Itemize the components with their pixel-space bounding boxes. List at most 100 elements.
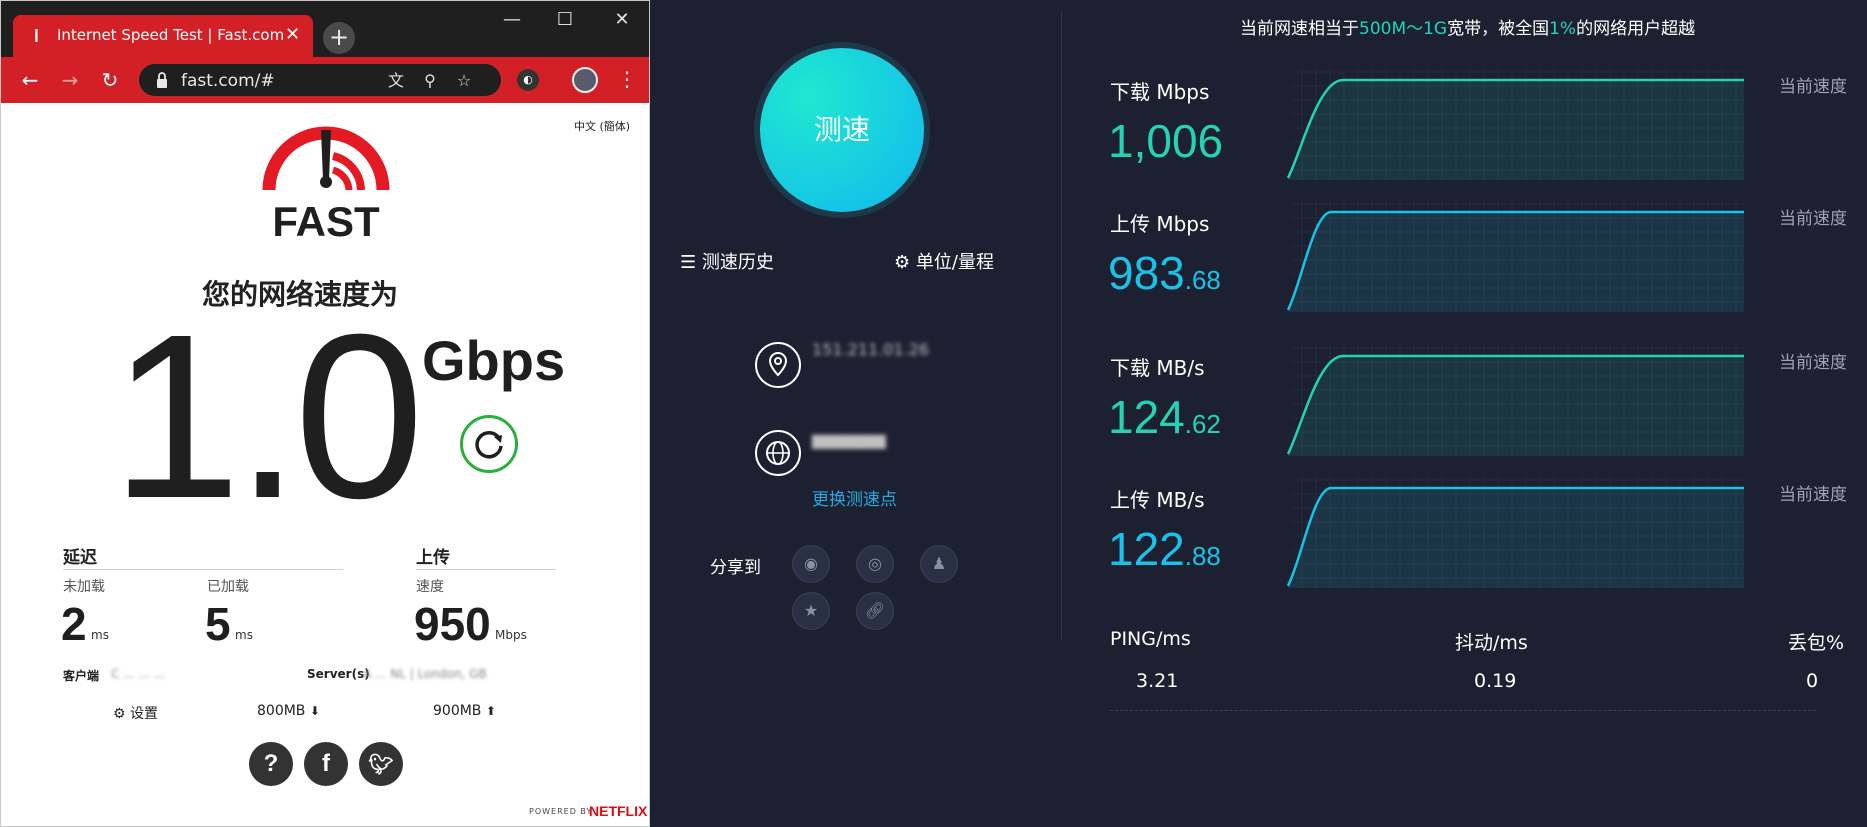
units-label: 单位/量程 <box>915 252 994 273</box>
upload-speed-unit: Mbps <box>495 628 527 642</box>
refresh-icon <box>475 430 503 459</box>
netflix-logo[interactable]: NETFLIX <box>589 803 647 819</box>
back-icon[interactable]: ← <box>18 68 42 92</box>
ping-value: 3.21 <box>1136 670 1179 692</box>
qq-share-icon[interactable]: ♟ <box>920 545 958 583</box>
speed-dashboard: 测速 ☰ 测速历史 ⚙ 单位/量程 151.211.01.26 ▆▆▆▆▆▆ 更… <box>650 0 1867 827</box>
profile-avatar[interactable] <box>572 67 598 93</box>
url-text: fast.com/# <box>181 71 275 91</box>
speed-area <box>1288 79 1744 180</box>
download-mbps-int: 1,006 <box>1108 115 1224 167</box>
latency-loaded-value: 5 <box>205 598 231 650</box>
restart-test-button[interactable] <box>460 415 518 473</box>
client-label: 客户端 <box>63 669 100 683</box>
forward-icon[interactable]: → <box>58 68 82 92</box>
link-share-icon[interactable]: 🔗︎ <box>856 592 894 630</box>
headline-range: 500M～1G <box>1359 19 1448 39</box>
speed-unit: Gbps <box>422 329 566 392</box>
facebook-icon: f <box>322 750 330 777</box>
tab-close-icon[interactable]: ✕ <box>285 24 300 45</box>
bookmark-star-icon[interactable]: ☆ <box>453 70 475 92</box>
zoom-icon[interactable]: ⚲ <box>419 70 441 92</box>
gear-icon: ⚙ <box>113 706 126 722</box>
twitter-icon: 🐦︎ <box>368 754 394 776</box>
twitter-button[interactable]: 🐦︎ <box>359 742 403 786</box>
close-window-icon[interactable]: ✕ <box>607 9 637 31</box>
upload-mbs-int: 122 <box>1108 523 1185 575</box>
settings-link[interactable]: ⚙ 设置 <box>113 703 158 723</box>
question-icon: ? <box>263 750 279 777</box>
headline-prefix: 当前网速相当于 <box>1240 19 1359 39</box>
server-label: Server(s) <box>307 667 370 681</box>
download-mbps-graph <box>1286 68 1744 180</box>
reload-icon[interactable]: ↻ <box>98 68 122 92</box>
maximize-icon[interactable]: ☐ <box>550 9 580 31</box>
current-speed-label: 当前速度 <box>1779 485 1847 505</box>
latency-heading: 延迟 <box>63 548 97 568</box>
jitter-value: 0.19 <box>1474 670 1517 692</box>
share-label: 分享到 <box>710 558 761 578</box>
weibo-share-icon[interactable]: ◎ <box>856 545 894 583</box>
latency-divider <box>63 569 343 570</box>
settings-label: 设置 <box>130 706 159 722</box>
download-mbs-int: 124 <box>1108 391 1185 443</box>
address-bar[interactable]: fast.com/# 文 ⚲ ☆ <box>139 64 501 96</box>
headline-percent: 1% <box>1549 19 1577 39</box>
vertical-divider <box>1061 12 1062 640</box>
speed-area <box>1288 487 1744 588</box>
client-value: C ... ... ... <box>111 667 166 681</box>
lock-icon <box>157 72 167 88</box>
download-mbs-label: 下载 MB/s <box>1110 356 1205 380</box>
browser-tab[interactable]: ❙ Internet Speed Test | Fast.com ✕ <box>13 15 313 57</box>
history-link[interactable]: ☰ 测速历史 <box>680 248 774 274</box>
gear-icon: ⚙ <box>894 252 911 273</box>
upload-mbps-int: 983 <box>1108 247 1185 299</box>
units-link[interactable]: ⚙ 单位/量程 <box>894 248 994 274</box>
upload-mbs-label: 上传 MB/s <box>1110 488 1205 512</box>
powered-by-label: POWERED BY <box>529 807 593 816</box>
translate-icon[interactable]: 文 <box>385 70 407 92</box>
upload-heading: 上传 <box>416 548 450 568</box>
change-server-link[interactable]: 更换测速点 <box>812 485 897 510</box>
facebook-button[interactable]: f <box>304 742 348 786</box>
fast-logo: FAST <box>262 126 390 242</box>
latency-loaded-unit: ms <box>235 628 253 642</box>
download-arrow-icon: ⬇ <box>309 704 320 718</box>
language-select[interactable]: 中文 (簡体) <box>574 118 630 134</box>
current-speed-label: 当前速度 <box>1779 353 1847 373</box>
upload-mbps-dec: .68 <box>1184 265 1221 295</box>
upload-mbps-graph <box>1286 200 1744 312</box>
headline-suffix: 的网络用户超越 <box>1576 19 1696 39</box>
isp-name: ▆▆▆▆▆▆ <box>812 430 886 449</box>
extension-icon[interactable]: ◐ <box>517 69 539 91</box>
start-test-button[interactable]: 测速 <box>760 48 924 212</box>
help-button[interactable]: ? <box>249 742 293 786</box>
current-speed-label: 当前速度 <box>1779 77 1847 97</box>
upload-mbs-graph <box>1286 476 1744 588</box>
browser-window: ❙ Internet Speed Test | Fast.com ✕ + — ☐… <box>0 0 650 827</box>
browser-toolbar: ← → ↻ fast.com/# 文 ⚲ ☆ <box>1 57 649 103</box>
speed-area <box>1288 211 1744 312</box>
latency-unloaded-unit: ms <box>91 628 109 642</box>
qzone-share-icon[interactable]: ★ <box>792 592 830 630</box>
speed-area <box>1288 355 1744 456</box>
latency-unloaded-value: 2 <box>61 598 87 650</box>
wechat-share-icon[interactable]: ◉ <box>792 545 830 583</box>
download-mbs-graph <box>1286 344 1744 456</box>
upload-speed-label: 速度 <box>416 579 444 595</box>
history-icon: ☰ <box>680 252 697 273</box>
latency-unloaded-label: 未加载 <box>63 579 105 595</box>
upload-size: 900MB ⬆ <box>433 703 496 719</box>
packet-loss-label: 丢包% <box>1788 632 1845 654</box>
download-mbps-label: 下载 Mbps <box>1110 80 1210 104</box>
download-size-label: 800MB <box>257 703 306 719</box>
globe-icon <box>755 430 801 476</box>
tab-title: Internet Speed Test | Fast.com <box>57 26 285 44</box>
new-tab-button[interactable]: + <box>323 22 355 54</box>
minimize-icon[interactable]: — <box>497 9 527 31</box>
upload-size-label: 900MB <box>433 703 482 719</box>
server-value: A ... NL | London, GB <box>363 667 487 681</box>
menu-dots-icon[interactable]: ⋮ <box>617 67 637 91</box>
current-speed-label: 当前速度 <box>1779 209 1847 229</box>
latency-loaded-label: 已加载 <box>207 579 249 595</box>
